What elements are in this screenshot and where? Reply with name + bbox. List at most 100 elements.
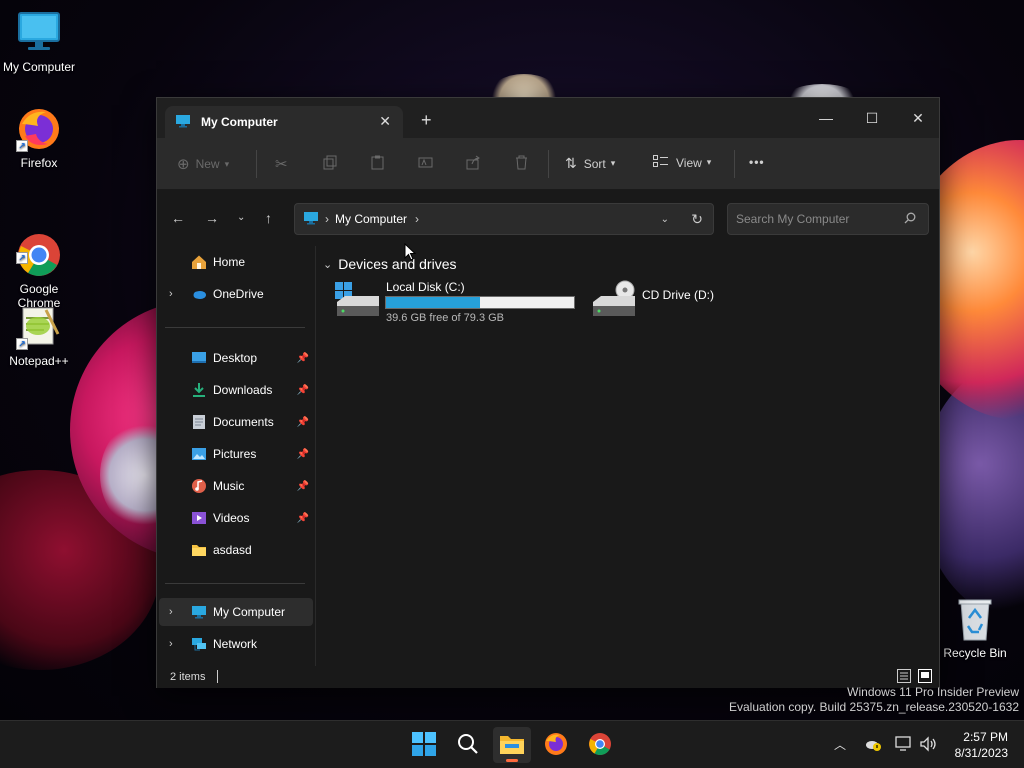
nav-item-desktop[interactable]: Desktop 📌 [159,344,313,372]
nav-label: Network [213,637,258,651]
view-button[interactable]: View ▾ [653,155,711,170]
tab-my-computer[interactable]: My Computer ✕ [165,106,403,138]
view-label: View [676,155,702,170]
desktop-icon-notepadpp[interactable]: ↗ Notepad++ [0,304,79,368]
pane-splitter[interactable] [315,246,316,666]
breadcrumb-chevron-icon[interactable]: › [415,212,419,226]
monitor-icon [175,113,191,132]
title-bar[interactable]: My Computer ✕ + — ☐ ✕ [157,98,939,138]
desktop-icon-my-computer[interactable]: My Computer [0,10,79,74]
search-button[interactable] [449,727,487,763]
chrome-icon [588,732,612,759]
folder-icon [191,542,207,558]
large-icons-view-icon[interactable] [918,669,932,686]
drive-cd-d[interactable]: CD Drive (D:) [591,280,771,328]
monitor-icon [16,10,62,56]
desktop-icon-label: Recycle Bin [943,646,1007,660]
taskbar-chrome[interactable] [581,727,619,763]
command-bar: ⊕ New ▾ ✂ ⇅ Sort ▾ View ▾ ••• [157,138,939,190]
nav-item-videos[interactable]: Videos 📌 [159,504,313,532]
drive-usage-fill [386,297,480,308]
chevron-right-icon[interactable]: › [169,606,173,618]
onedrive-warning-icon[interactable] [864,736,882,755]
address-bar[interactable]: › My Computer › ⌄ ↻ [294,203,714,235]
maximize-button[interactable]: ☐ [849,104,895,132]
details-view-icon[interactable] [897,669,911,686]
paste-button[interactable] [370,155,385,173]
sort-button[interactable]: ⇅ Sort ▾ [565,155,615,172]
volume-icon[interactable] [920,736,938,755]
sort-label: Sort [583,156,606,171]
new-tab-button[interactable]: + [421,110,432,131]
new-button[interactable]: ⊕ New ▾ [177,155,229,173]
shortcut-arrow-icon: ↗ [16,252,28,264]
start-button[interactable] [405,727,443,763]
pin-icon: 📌 [296,352,309,364]
search-icon [457,733,479,758]
nav-item-music[interactable]: Music 📌 [159,472,313,500]
nav-item-documents[interactable]: Documents 📌 [159,408,313,436]
system-clock[interactable]: 2:57 PM 8/31/2023 [955,729,1008,761]
chevron-right-icon[interactable]: › [169,288,173,300]
forward-arrow-icon[interactable]: → [205,210,219,226]
taskbar-firefox[interactable] [537,727,575,763]
copy-icon [323,155,338,173]
nav-divider [165,583,305,584]
nav-item-onedrive[interactable]: › OneDrive [159,280,313,308]
group-header-devices[interactable]: ⌄ Devices and drives [323,256,457,272]
drive-free-space: 39.6 GB free of 79.3 GB [386,312,505,324]
chevron-right-icon[interactable]: › [169,638,173,650]
network-status-icon[interactable] [895,736,913,755]
desktop-icon-firefox[interactable]: ↗ Firefox [0,106,79,170]
nav-item-home[interactable]: Home [159,248,313,276]
address-history-dropdown-icon[interactable]: ⌄ [661,214,669,225]
watermark-line: Windows 11 Pro Insider Preview [847,685,1019,699]
new-label: New [195,157,220,171]
more-options-button[interactable]: ••• [749,155,765,169]
cloud-icon [191,286,207,302]
pin-icon: 📌 [296,416,309,428]
share-button[interactable] [466,155,481,173]
network-icon [191,636,207,652]
share-icon [466,155,481,173]
music-icon [191,478,207,494]
minimize-button[interactable]: — [803,104,849,132]
search-input[interactable] [736,212,896,226]
show-hidden-icons-chevron-icon[interactable]: ︿ [834,736,846,753]
desktop-folder-icon [191,350,207,366]
desktop-icon-label: Firefox [20,156,58,170]
recent-locations-icon[interactable]: ⌄ [237,212,245,223]
back-arrow-icon[interactable]: ← [171,210,185,226]
nav-item-network[interactable]: › Network [159,630,313,658]
drive-local-disk-c[interactable]: Local Disk (C:) 39.6 GB free of 79.3 GB [335,280,575,328]
search-box[interactable] [727,203,929,235]
cd-drive-icon [591,280,637,321]
rename-button[interactable] [418,155,433,173]
nav-label: Videos [213,511,250,525]
nav-item-pictures[interactable]: Pictures 📌 [159,440,313,468]
taskbar-file-explorer[interactable] [493,727,531,763]
breadcrumb-my-computer[interactable]: My Computer [335,212,407,226]
close-tab-icon[interactable]: ✕ [379,113,391,130]
desktop-icon-recycle-bin[interactable]: Recycle Bin [935,596,1015,660]
close-button[interactable]: ✕ [895,104,941,132]
desktop-icon-label: Notepad++ [9,354,69,368]
windows-logo-icon [412,731,436,759]
toolbar-divider [548,150,549,178]
nav-label: Documents [213,415,274,429]
desktop-icon-chrome[interactable]: ↗ Google Chrome [0,204,79,310]
search-icon [904,212,916,227]
drive-name: CD Drive (D:) [642,288,714,302]
cut-button[interactable]: ✂ [275,155,288,173]
copy-button[interactable] [323,155,338,173]
delete-button[interactable] [514,155,529,173]
refresh-icon[interactable]: ↻ [691,211,703,228]
paste-icon [370,155,385,173]
firefox-icon: ↗ [16,106,62,152]
nav-item-downloads[interactable]: Downloads 📌 [159,376,313,404]
up-arrow-icon[interactable]: ↑ [265,210,272,226]
file-explorer-window: My Computer ✕ + — ☐ ✕ ⊕ New ▾ ✂ ⇅ Sort ▾ [156,97,940,688]
nav-item-asdasd[interactable]: asdasd [159,536,313,564]
nav-item-my-computer[interactable]: › My Computer [159,598,313,626]
chevron-down-icon: ▾ [610,158,616,168]
